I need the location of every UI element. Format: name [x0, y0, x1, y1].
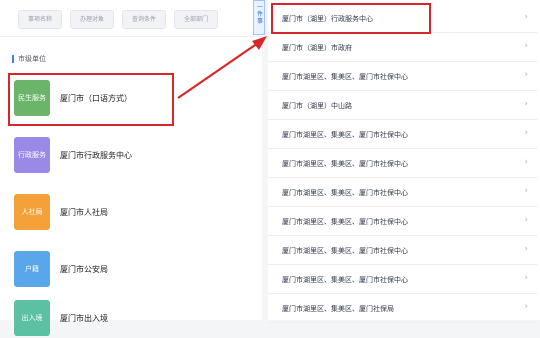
annotation-arrow-icon	[177, 36, 267, 99]
